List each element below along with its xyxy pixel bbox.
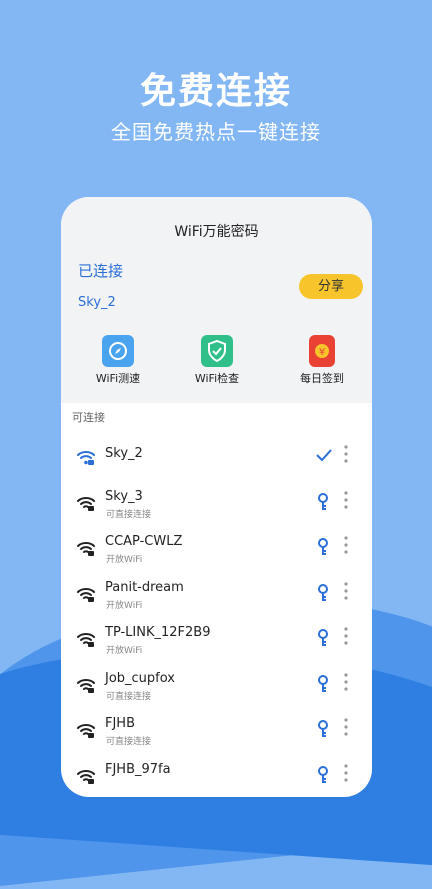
network-row[interactable]: Job_cupfox 可直接连接 <box>61 668 372 713</box>
tool-label: WiFi检查 <box>194 372 240 385</box>
hero-subtitle: 全国免费热点一键连接 <box>111 120 321 144</box>
tool-wifi-speed[interactable]: WiFi测速 <box>78 335 158 386</box>
shield-check-icon <box>201 335 233 367</box>
network-ssid: Sky_2 <box>105 446 143 461</box>
key-icon[interactable] <box>316 674 330 693</box>
network-status: 可直接连接 <box>106 737 152 747</box>
wifi-icon <box>77 723 95 739</box>
tool-label: 每日签到 <box>300 372 344 385</box>
more-options-icon[interactable] <box>343 627 351 645</box>
network-ssid: TP-LINK_12F2B9 <box>105 625 211 640</box>
wifi-icon <box>77 587 95 603</box>
more-options-icon[interactable] <box>343 581 351 600</box>
share-button[interactable]: 分享 <box>299 274 363 299</box>
network-row[interactable]: CCAP-CWLZ 开放WiFi <box>61 531 372 576</box>
app-title: WiFi万能密码 <box>174 224 259 240</box>
network-status: 可直接连接 <box>106 691 152 702</box>
key-icon[interactable] <box>316 765 330 784</box>
tool-wifi-check[interactable]: WiFi检查 <box>177 335 257 386</box>
check-icon[interactable] <box>316 447 332 465</box>
svg-text:¥: ¥ <box>319 347 325 358</box>
network-ssid: Panit-dream <box>105 579 184 595</box>
network-status: 开放WiFi <box>106 646 143 656</box>
network-ssid: CCAP-CWLZ <box>105 534 183 549</box>
network-row[interactable]: FJHB 可直接连接 <box>61 713 372 758</box>
header-panel: WiFi万能密码 已连接 Sky_2 分享 WiFi测速 WiFi检查 ¥ 每日… <box>61 197 372 403</box>
network-ssid: FJHB_97fa <box>105 761 171 777</box>
network-row[interactable]: Sky_3 可直接连接 <box>61 486 372 531</box>
wifi-icon <box>77 496 95 512</box>
network-status: 开放WiFi <box>106 555 143 565</box>
network-status: 开放WiFi <box>106 600 143 611</box>
wifi-icon <box>77 632 95 648</box>
key-icon[interactable] <box>316 720 330 738</box>
network-status: 可直接连接 <box>106 509 152 520</box>
tool-label: WiFi测速 <box>95 372 141 385</box>
network-ssid: Sky_3 <box>105 488 143 504</box>
network-row[interactable]: TP-LINK_12F2B9 开放WiFi <box>61 622 372 667</box>
network-row[interactable]: Sky_2 <box>61 440 372 485</box>
wifi-icon <box>77 678 95 694</box>
red-envelope-icon: ¥ <box>309 335 335 367</box>
more-options-icon[interactable] <box>343 672 351 691</box>
more-options-icon[interactable] <box>343 718 351 736</box>
tool-daily-checkin[interactable]: ¥ 每日签到 <box>282 335 362 386</box>
key-icon[interactable] <box>316 492 330 511</box>
key-icon[interactable] <box>316 629 330 647</box>
wifi-icon <box>77 541 95 557</box>
connected-label: 已连接 <box>78 262 124 280</box>
compass-icon <box>102 335 134 367</box>
hero-title: 免费连接 <box>139 71 292 112</box>
network-row[interactable]: FJHB_97fa <box>61 759 372 798</box>
key-icon[interactable] <box>316 538 330 556</box>
more-options-icon[interactable] <box>343 536 351 554</box>
key-icon[interactable] <box>316 583 330 602</box>
connected-ssid: Sky_2 <box>78 295 116 310</box>
section-label: 可连接 <box>72 411 105 424</box>
wifi-icon <box>77 450 95 466</box>
more-options-icon[interactable] <box>343 763 351 782</box>
phone-screen: WiFi万能密码 已连接 Sky_2 分享 WiFi测速 WiFi检查 ¥ 每日… <box>61 197 372 797</box>
wifi-icon <box>77 769 95 785</box>
network-row[interactable]: Panit-dream 开放WiFi <box>61 577 372 622</box>
more-options-icon[interactable] <box>343 445 351 463</box>
more-options-icon[interactable] <box>343 490 351 509</box>
network-ssid: FJHB <box>105 716 136 731</box>
network-ssid: Job_cupfox <box>105 670 176 686</box>
